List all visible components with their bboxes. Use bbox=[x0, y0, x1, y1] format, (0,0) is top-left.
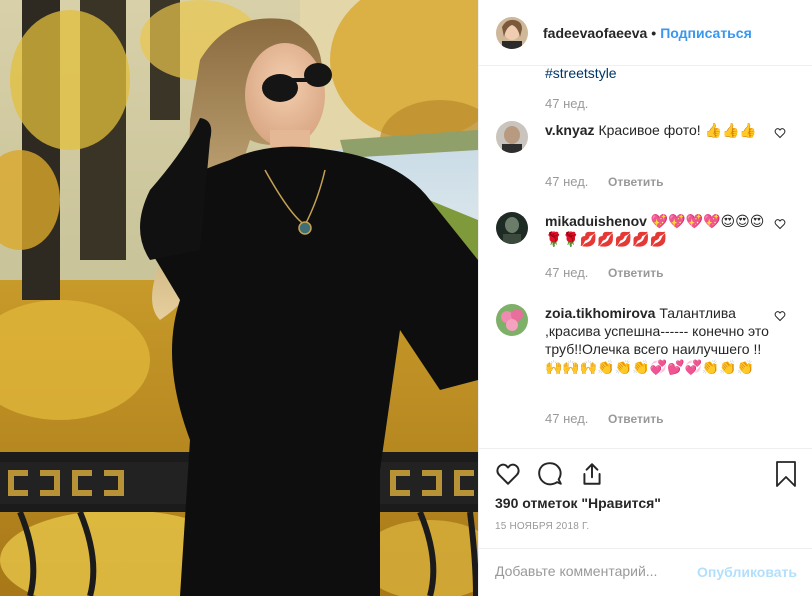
comment-time[interactable]: 47 нед. bbox=[545, 411, 588, 426]
heart-icon[interactable] bbox=[495, 461, 521, 487]
comment-meta: 47 нед. Ответить bbox=[545, 174, 663, 189]
comment-heart-icon[interactable] bbox=[774, 127, 786, 139]
comment-text: mikaduishenov 💖💖💖💖😍😍😍🌹🌹💋💋💋💋💋 bbox=[545, 212, 775, 248]
author-avatar-image bbox=[496, 16, 528, 49]
post-date[interactable]: 15 НОЯБРЯ 2018 Г. bbox=[495, 521, 589, 532]
comment-text: v.knyaz Красивое фото! 👍👍👍 bbox=[545, 121, 775, 139]
comment-avatar-image bbox=[496, 121, 528, 153]
follow-button[interactable]: Подписаться bbox=[660, 25, 752, 41]
likes-count[interactable]: 390 отметок "Нравится" bbox=[495, 495, 661, 511]
comment-username[interactable]: v.knyaz bbox=[545, 122, 595, 138]
share-icon[interactable] bbox=[579, 461, 605, 487]
post-header: fadeevaofaeeva • Подписаться bbox=[479, 0, 812, 66]
add-comment-bar: Опубликовать bbox=[479, 548, 812, 596]
instagram-post-view: fadeevaofaeeva • Подписаться #streetstyl… bbox=[0, 0, 812, 596]
author-username[interactable]: fadeevaofaeeva bbox=[543, 25, 647, 41]
post-actions: 390 отметок "Нравится" 15 НОЯБРЯ 2018 Г. bbox=[479, 448, 812, 548]
comment-time[interactable]: 47 нед. bbox=[545, 265, 588, 280]
bookmark-icon[interactable] bbox=[775, 461, 797, 487]
action-icons bbox=[495, 461, 605, 487]
comment-body: Красивое фото! 👍👍👍 bbox=[598, 122, 757, 138]
comments-list[interactable]: #streetstyle 47 нед. v.knyaz Красивое фо… bbox=[479, 66, 812, 448]
reply-button[interactable]: Ответить bbox=[608, 412, 663, 426]
caption-hashtag[interactable]: #streetstyle bbox=[545, 66, 617, 81]
comment-heart-icon[interactable] bbox=[774, 218, 786, 230]
comment-item: zoia.tikhomirova Талантлива ,красива усп… bbox=[496, 304, 796, 404]
comment-input[interactable] bbox=[495, 563, 685, 579]
caption-meta: 47 нед. bbox=[545, 96, 588, 111]
header-separator: • bbox=[651, 24, 657, 41]
author-avatar[interactable] bbox=[496, 16, 528, 49]
comment-avatar-image bbox=[496, 304, 528, 336]
comment-avatar[interactable] bbox=[496, 121, 528, 153]
post-side-panel: fadeevaofaeeva • Подписаться #streetstyl… bbox=[478, 0, 812, 596]
post-photo[interactable] bbox=[0, 0, 478, 596]
reply-button[interactable]: Ответить bbox=[608, 266, 663, 280]
comment-time[interactable]: 47 нед. bbox=[545, 174, 588, 189]
comment-icon[interactable] bbox=[537, 461, 563, 487]
comment-avatar[interactable] bbox=[496, 212, 528, 244]
comment-avatar-image bbox=[496, 212, 528, 244]
post-photo-image bbox=[0, 0, 478, 596]
comment-text: zoia.tikhomirova Талантлива ,красива усп… bbox=[545, 304, 775, 376]
reply-button[interactable]: Ответить bbox=[608, 175, 663, 189]
comment-avatar[interactable] bbox=[496, 304, 528, 336]
comment-username[interactable]: mikaduishenov bbox=[545, 213, 647, 229]
comment-meta: 47 нед. Ответить bbox=[545, 411, 663, 426]
comment-meta: 47 нед. Ответить bbox=[545, 265, 663, 280]
comment-heart-icon[interactable] bbox=[774, 310, 786, 322]
caption-time[interactable]: 47 нед. bbox=[545, 96, 588, 111]
publish-button[interactable]: Опубликовать bbox=[697, 564, 797, 580]
comment-username[interactable]: zoia.tikhomirova bbox=[545, 305, 655, 321]
